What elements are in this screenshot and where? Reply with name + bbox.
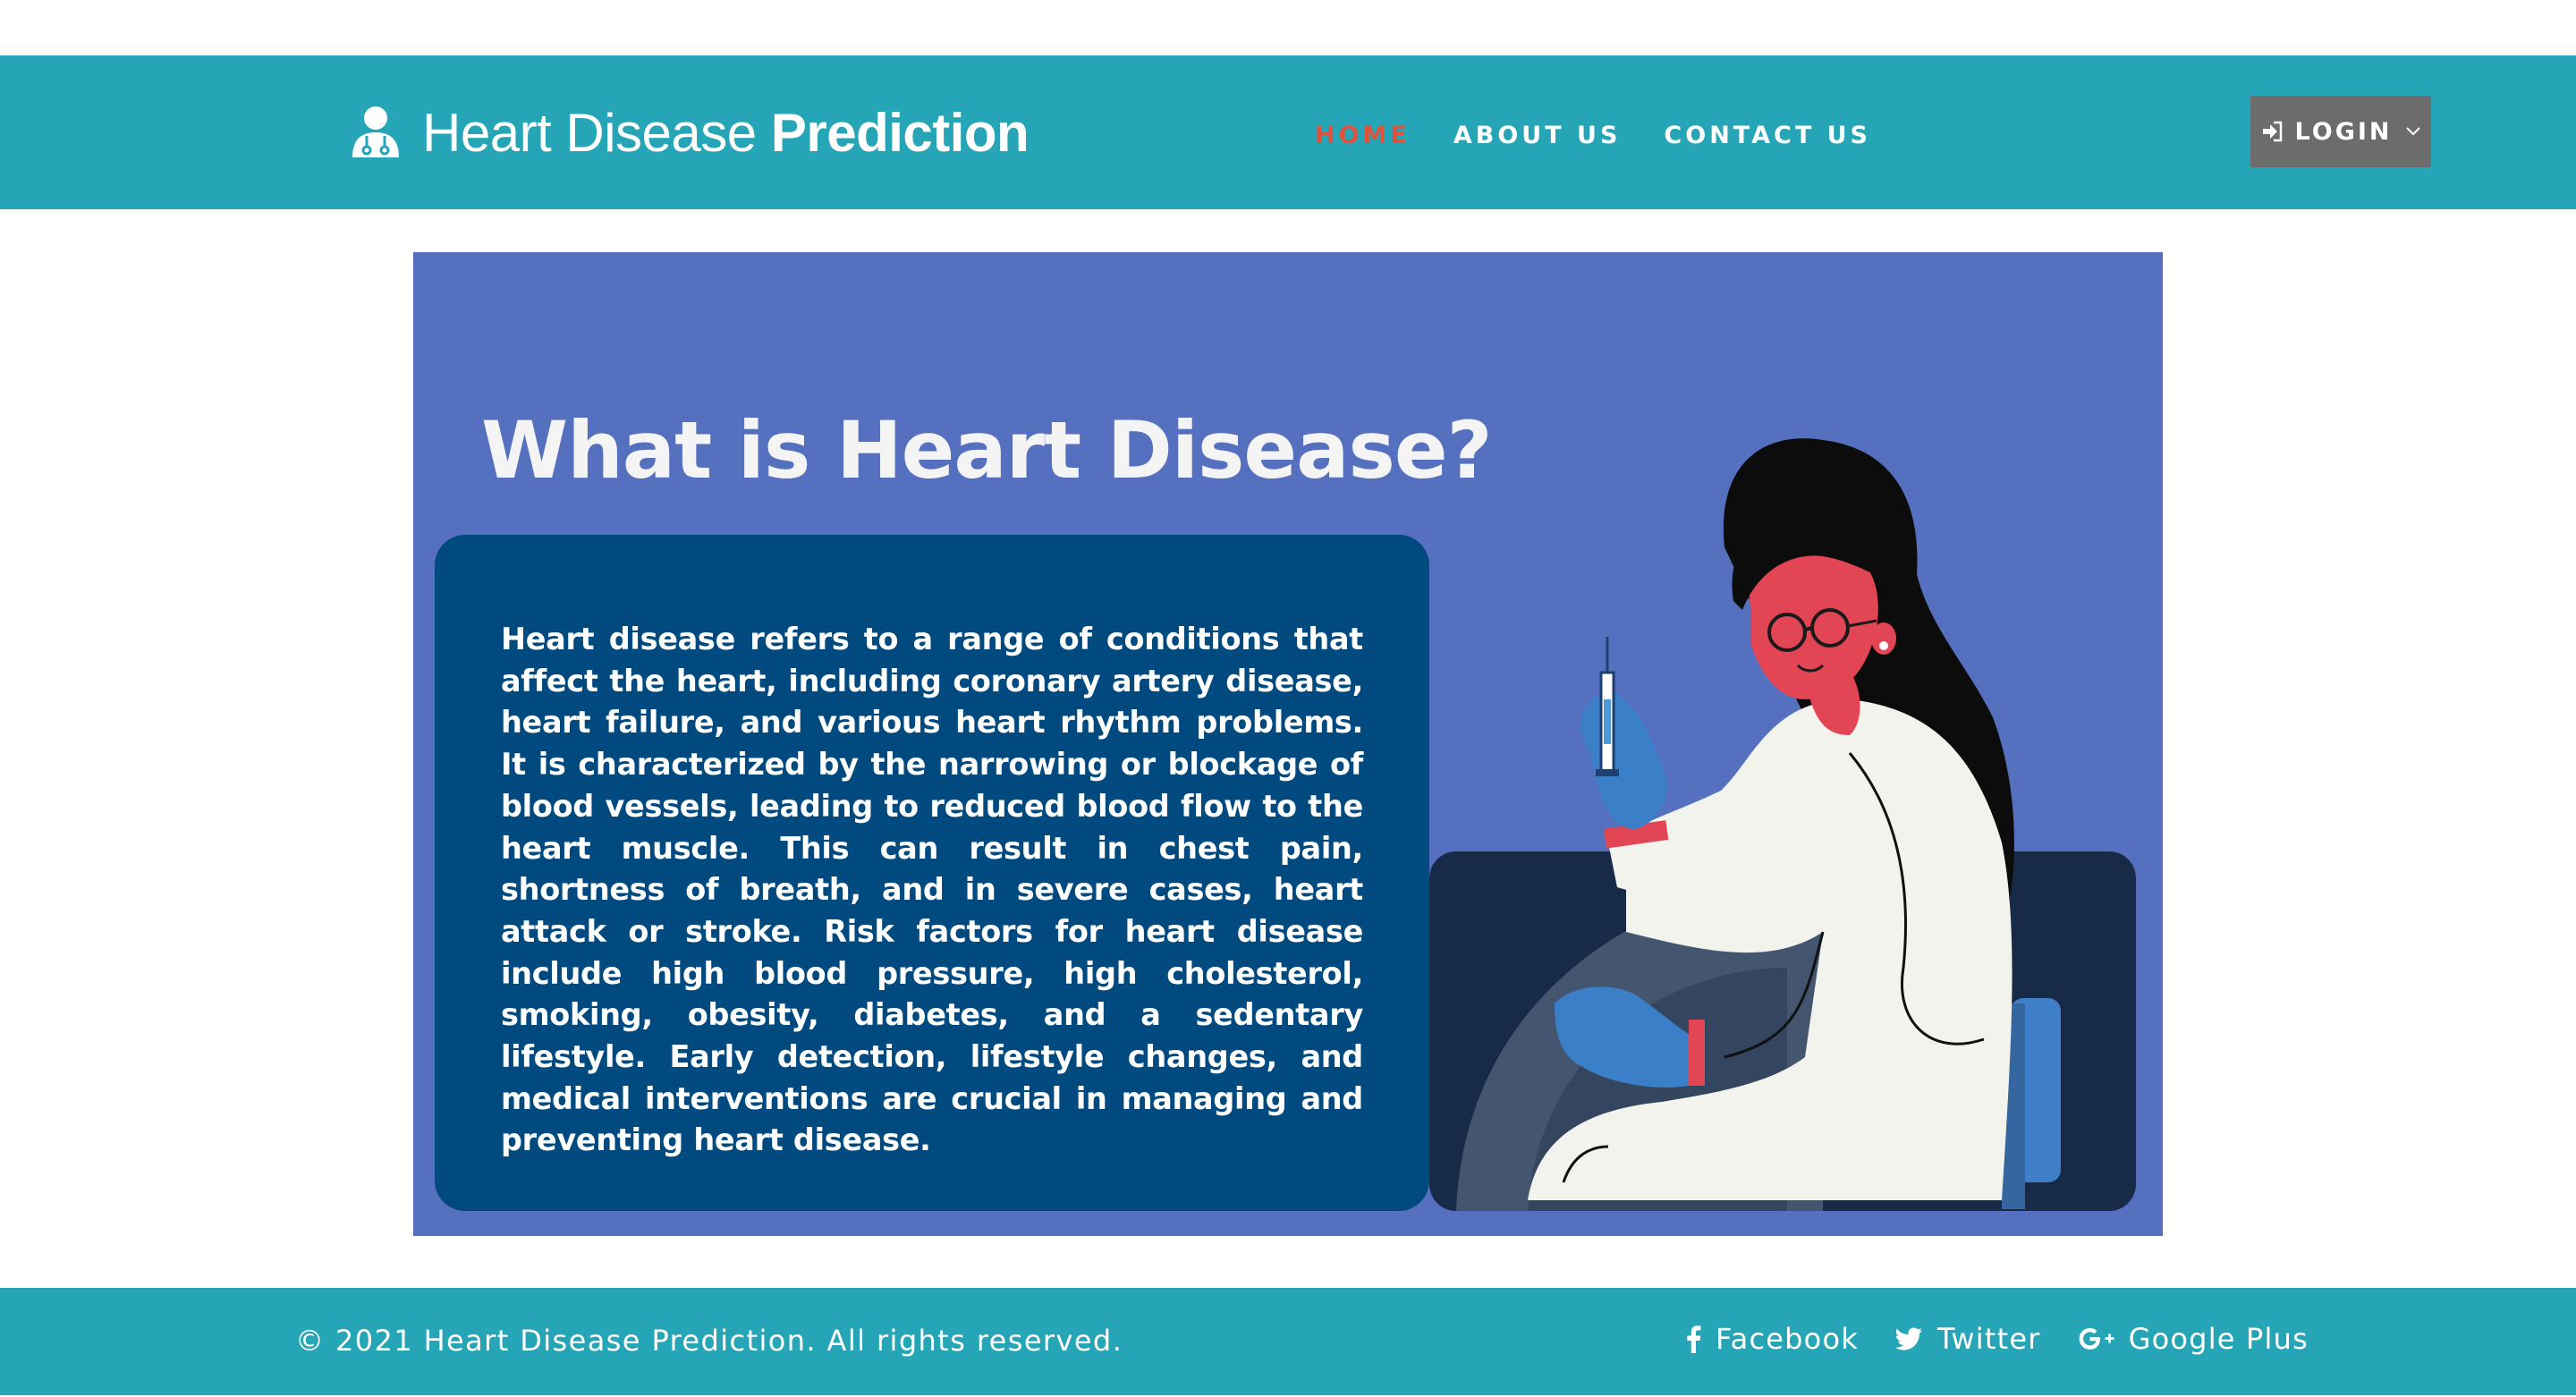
brand-title-bold: Prediction [770,102,1030,163]
copyright-text: © 2021 Heart Disease Prediction. All rig… [295,1324,1123,1358]
sign-in-icon [2262,121,2282,142]
twitter-label: Twitter [1936,1322,2041,1356]
brand-title-light: Heart Disease [422,102,757,163]
footer: © 2021 Heart Disease Prediction. All rig… [0,1288,2576,1395]
google-plus-label: Google Plus [2128,1322,2309,1356]
hero-title: What is Heart Disease? [481,404,1493,496]
brand-logo-link[interactable]: Heart Disease Prediction [349,97,1030,168]
facebook-link[interactable]: Facebook [1685,1322,1859,1356]
nav-contact-us[interactable]: CONTACT US [1664,122,1871,149]
social-links: Facebook Twitter Google Plus [1685,1322,2309,1356]
hero-description-card: Heart disease refers to a range of condi… [435,535,1429,1211]
chevron-down-icon [2405,127,2420,136]
doctor-icon [352,106,399,157]
hero-banner: What is Heart Disease? Heart disease ref… [413,252,2163,1236]
twitter-icon [1895,1327,1922,1350]
main-nav: HOME ABOUT US CONTACT US [1315,122,1914,149]
nav-about-us[interactable]: ABOUT US [1453,122,1622,149]
facebook-icon [1687,1325,1701,1353]
nav-home[interactable]: HOME [1315,122,1411,149]
google-plus-link[interactable]: Google Plus [2079,1322,2309,1356]
facebook-label: Facebook [1716,1322,1859,1356]
doctor-illustration [1429,438,2136,1211]
brand-title: Heart Disease Prediction [422,102,1030,164]
hero-description: Heart disease refers to a range of condi… [501,622,1363,1158]
twitter-link[interactable]: Twitter [1895,1322,2041,1356]
login-label: LOGIN [2294,117,2393,146]
google-plus-icon [2079,1328,2114,1350]
login-button[interactable]: LOGIN [2250,96,2431,167]
top-navbar: Heart Disease Prediction HOME ABOUT US C… [0,55,2576,209]
